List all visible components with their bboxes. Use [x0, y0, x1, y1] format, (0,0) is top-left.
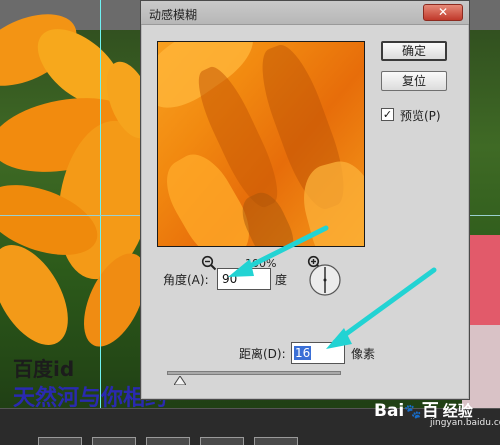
- reset-button[interactable]: 复位: [381, 71, 447, 91]
- baidu-brand-text: Bai🐾百: [374, 401, 439, 421]
- motion-blur-dialog: 动感模糊 ✕ 100% 确定 复位 ✓ 预览(P) 角度(A): 90 度 距离…: [140, 0, 470, 400]
- distance-unit: 像素: [351, 347, 376, 361]
- ok-button[interactable]: 确定: [381, 41, 447, 61]
- baidu-jingyan-logo: Bai🐾百经验 jingyan.baidu.com: [374, 396, 500, 432]
- distance-label: 距离(D):: [239, 347, 286, 361]
- panel-thumbnail[interactable]: [254, 437, 298, 445]
- filter-preview[interactable]: [157, 41, 365, 247]
- dialog-titlebar[interactable]: 动感模糊 ✕: [141, 1, 469, 25]
- distance-slider-track[interactable]: [167, 371, 341, 375]
- preview-checkbox[interactable]: ✓: [381, 108, 394, 121]
- angle-dial-icon[interactable]: [308, 263, 342, 297]
- panel-thumbnail[interactable]: [146, 437, 190, 445]
- watermark-line1: 百度id: [13, 357, 75, 381]
- distance-input[interactable]: 16: [291, 342, 345, 364]
- preview-label: 预览(P): [400, 109, 441, 123]
- guide-line-vertical[interactable]: [100, 0, 101, 420]
- panel-thumbnail[interactable]: [200, 437, 244, 445]
- panel-thumbnail[interactable]: [38, 437, 82, 445]
- close-icon: ✕: [437, 5, 449, 19]
- close-button[interactable]: ✕: [423, 4, 463, 21]
- dialog-title: 动感模糊: [149, 8, 198, 22]
- angle-input[interactable]: 90: [217, 268, 271, 290]
- angle-unit: 度: [275, 273, 288, 287]
- panel-thumbnail[interactable]: [92, 437, 136, 445]
- angle-label: 角度(A):: [163, 273, 209, 287]
- distance-value: 16: [294, 346, 312, 360]
- paw-icon: 🐾: [404, 404, 422, 420]
- jingyan-url: jingyan.baidu.com: [430, 418, 500, 428]
- distance-slider-thumb[interactable]: [173, 374, 187, 386]
